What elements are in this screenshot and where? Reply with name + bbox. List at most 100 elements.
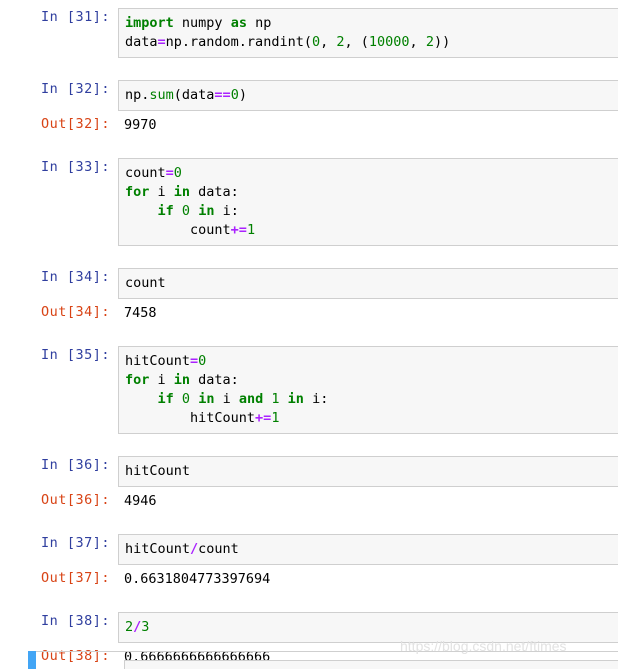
code-token: for — [125, 184, 150, 200]
code-cell-editor[interactable]: import numpy as np data=np.random.randint… — [118, 8, 618, 58]
output-value: 4946 — [124, 493, 157, 509]
code-token: = — [157, 34, 166, 50]
code-cell-editor[interactable]: hitCount — [118, 456, 618, 487]
code-token: , — [320, 34, 337, 50]
output-result-area: 7458 — [118, 303, 618, 324]
code-cell-editor[interactable]: hitCount/count — [118, 534, 618, 565]
notebook-cell: In [35]: hitCount=0 for i in data: if 0 in… — [0, 346, 618, 434]
code-token: ) — [238, 87, 247, 103]
code-token: i: — [214, 203, 239, 219]
cell-selection-indicator[interactable] — [28, 651, 36, 669]
code-token: / — [190, 541, 199, 557]
input-prompt-label: In [33]: — [40, 159, 110, 175]
code-token: )) — [433, 34, 451, 50]
code-token: 1 — [271, 391, 280, 407]
code-cell-editor[interactable]: np.sum(data==0) — [118, 80, 618, 111]
code-token: count — [125, 165, 166, 181]
code-token: hitCount — [125, 410, 256, 426]
code-line: np.sum(data==0) — [125, 86, 612, 105]
output-prompt-label: Out[32]: — [40, 116, 110, 132]
code-line: data=np.random.randint(0, 2, (10000, 2)) — [125, 33, 612, 52]
code-token: in — [198, 391, 215, 407]
code-token: hitCount — [125, 463, 191, 479]
code-token: import — [125, 15, 174, 31]
next-code-cell[interactable] — [124, 660, 618, 669]
code-line: if 0 in i and 1 in i: — [125, 390, 612, 409]
code-token: , — [409, 34, 426, 50]
cell-spacer — [0, 512, 618, 534]
notebook-output: Out[34]: 7458 — [0, 303, 618, 324]
input-prompt-label: In [38]: — [40, 613, 110, 629]
notebook-cell: In [36]: hitCount — [0, 456, 618, 487]
code-token: hitCount — [125, 541, 191, 557]
code-line: 2/3 — [125, 618, 612, 637]
code-cell-editor[interactable]: count — [118, 268, 618, 299]
code-token: 1 — [246, 222, 256, 238]
notebook-output: Out[37]: 0.6631804773397694 — [0, 569, 618, 590]
code-token: in — [287, 391, 304, 407]
code-token: += — [230, 222, 247, 238]
code-token: in — [173, 372, 191, 388]
code-token: 0 — [198, 353, 207, 369]
code-token: = — [190, 353, 199, 369]
cell-spacer — [0, 434, 618, 456]
code-token: 3 — [141, 619, 150, 635]
code-token: i: — [303, 391, 329, 407]
output-prompt-label: Out[36]: — [40, 492, 110, 508]
watermark-text: https://blog.csdn.net/ftimes — [400, 638, 567, 654]
code-token: as — [230, 15, 247, 31]
code-cell-editor[interactable]: count=0 for i in data: if 0 in i: count+=… — [118, 158, 618, 246]
notebook-cell: In [33]: count=0 for i in data: if 0 in i:… — [0, 158, 618, 246]
notebook-container: In [31]: import numpy as np data=np.random… — [0, 0, 618, 668]
output-value: 0.6631804773397694 — [124, 571, 271, 587]
cell-spacer — [0, 58, 618, 80]
output-result-area: 4946 — [118, 491, 618, 512]
code-token: data: — [190, 372, 239, 388]
code-token: and — [238, 391, 264, 407]
input-prompt-label: In [31]: — [40, 9, 110, 25]
code-line: if 0 in i: — [125, 202, 612, 221]
code-token: data: — [190, 184, 239, 200]
output-result-area: 9970 — [118, 115, 618, 136]
code-token: == — [214, 87, 231, 103]
notebook-output: Out[36]: 4946 — [0, 491, 618, 512]
code-line: hitCount=0 — [125, 352, 612, 371]
input-prompt-label: In [32]: — [40, 81, 110, 97]
code-token: 10000 — [368, 34, 410, 50]
code-line: hitCount/count — [125, 540, 612, 559]
code-token: hitCount — [125, 353, 191, 369]
code-token: 0 — [181, 203, 191, 219]
code-line: for i in data: — [125, 371, 612, 390]
code-token: np — [246, 15, 272, 31]
code-token: 0 — [181, 391, 191, 407]
cell-spacer — [0, 590, 618, 612]
output-value: 9970 — [124, 117, 157, 133]
cell-spacer — [0, 136, 618, 158]
notebook-cell: In [37]: hitCount/count — [0, 534, 618, 565]
input-prompt-label: In [35]: — [40, 347, 110, 363]
code-token: if — [157, 391, 174, 407]
code-cell-editor[interactable]: hitCount=0 for i in data: if 0 in i and 1… — [118, 346, 618, 434]
code-token: in — [198, 203, 215, 219]
code-line: count+=1 — [125, 221, 612, 240]
code-token: i — [149, 184, 174, 200]
code-token: for — [125, 372, 150, 388]
code-token: , ( — [344, 34, 369, 50]
code-token: i — [214, 391, 239, 407]
code-line: hitCount+=1 — [125, 409, 612, 428]
notebook-cell: In [32]: np.sum(data==0) — [0, 80, 618, 111]
output-value: 7458 — [124, 305, 157, 321]
code-token: (data — [173, 87, 215, 103]
code-token: numpy — [173, 15, 231, 31]
code-line: count — [125, 274, 612, 293]
code-line: count=0 — [125, 164, 612, 183]
code-line: for i in data: — [125, 183, 612, 202]
code-token: np. — [125, 87, 150, 103]
code-token: np.random.randint( — [165, 34, 312, 50]
code-token: += — [255, 410, 272, 426]
